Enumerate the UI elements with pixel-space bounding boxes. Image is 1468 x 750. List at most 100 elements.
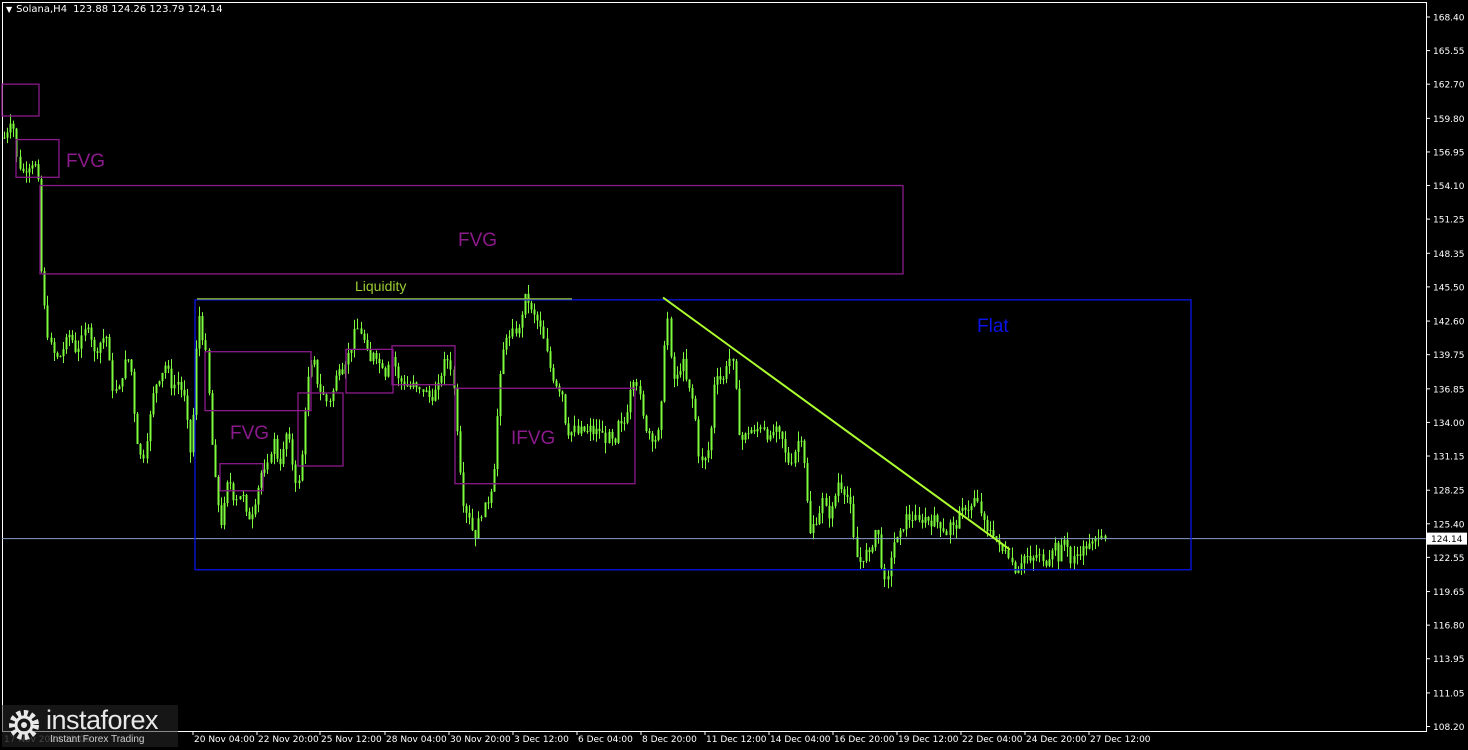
candle-body: [645, 415, 648, 431]
candle-body: [183, 389, 186, 396]
y-tick-label: 162.70: [1433, 81, 1465, 91]
x-tick-label: 20 Nov 04:00: [194, 735, 255, 745]
candle-body: [561, 391, 564, 395]
candle-body: [688, 379, 691, 388]
symbol-label: Solana,H4: [16, 4, 68, 15]
dropdown-triangle-icon[interactable]: ▼: [6, 5, 12, 14]
candle-body: [710, 427, 713, 451]
candle-body: [487, 502, 490, 504]
y-tick-label: 136.85: [1433, 385, 1465, 395]
candle-body: [570, 432, 573, 436]
candle-body: [263, 469, 266, 473]
current-price-label: 124.14: [1431, 535, 1463, 545]
candle-body: [217, 477, 220, 506]
fvg-zone: [204, 351, 312, 412]
candle-body: [871, 547, 874, 552]
candle-body: [756, 428, 759, 432]
candle-body: [434, 389, 437, 401]
y-tick-label: 128.25: [1433, 487, 1465, 497]
price-chart[interactable]: 168.40 165.55 162.70 159.80 156.95 154.10 151.…: [0, 0, 1468, 750]
candle-body: [629, 389, 632, 413]
candle-body: [732, 358, 735, 361]
candle-body: [902, 529, 905, 531]
candle-body: [462, 472, 465, 507]
candle-body: [769, 435, 772, 440]
candle-body: [347, 352, 350, 365]
candle-body: [428, 390, 431, 397]
candle-body: [394, 356, 397, 367]
broker-logo: instaforex Instant Forex Trading: [2, 705, 178, 747]
candle-body: [1063, 539, 1066, 545]
candle-body: [1029, 555, 1032, 561]
candle-body: [177, 381, 180, 385]
candle-body: [124, 359, 127, 379]
candle-body: [626, 412, 629, 423]
logo-tagline: Instant Forex Trading: [50, 734, 145, 745]
candle-body: [980, 501, 983, 514]
candle-body: [1088, 543, 1091, 549]
candle-body: [28, 168, 31, 173]
candle-body: [930, 520, 933, 527]
candle-body: [642, 394, 645, 416]
candle-body: [573, 425, 576, 433]
candle-body: [127, 359, 130, 361]
candle-body: [99, 342, 102, 353]
candle-body: [518, 327, 521, 334]
candle-body: [248, 511, 251, 520]
candle-body: [375, 353, 378, 359]
candle-body: [189, 419, 192, 453]
candle-body: [46, 305, 49, 338]
candle-body: [31, 165, 34, 169]
candle-body: [825, 497, 828, 506]
candle-body: [208, 350, 211, 394]
candle-body: [149, 414, 152, 442]
candle-body: [173, 384, 176, 389]
candle-body: [105, 336, 108, 339]
y-tick-label: 165.55: [1433, 47, 1465, 57]
candle-body: [409, 385, 412, 388]
y-tick-label: 108.20: [1433, 723, 1465, 733]
candle-body: [533, 309, 536, 315]
candle-body: [713, 384, 716, 428]
x-tick-label: 14 Dec 04:00: [770, 735, 831, 745]
candle-body: [198, 316, 201, 349]
x-tick-label: 27 Dec 12:00: [1090, 735, 1151, 745]
candle-body: [192, 414, 195, 453]
y-tick-label: 119.65: [1433, 588, 1465, 598]
candle-body: [849, 496, 852, 504]
candle-body: [471, 517, 474, 531]
candle-body: [108, 336, 111, 361]
candle-body: [1038, 554, 1041, 556]
candle-body: [1060, 544, 1063, 562]
zone-label: FVG: [66, 151, 105, 172]
candle-body: [260, 472, 263, 488]
candle-body: [899, 530, 902, 537]
candle-body: [65, 337, 68, 350]
candle-body: [936, 515, 939, 523]
candle-body: [865, 549, 868, 561]
candle-body: [9, 123, 12, 133]
candle-body: [555, 380, 558, 387]
candle-body: [384, 367, 387, 377]
gear-logo-icon: [9, 710, 39, 740]
candle-body: [25, 171, 28, 173]
x-tick-label: 11 Dec 12:00: [706, 735, 767, 745]
candle-body: [744, 433, 747, 440]
candle-body: [933, 515, 936, 527]
candle-body: [474, 530, 477, 539]
candle-body: [96, 351, 99, 353]
candle-body: [939, 522, 942, 529]
candle-body: [914, 514, 917, 520]
candle-body: [50, 337, 53, 343]
candle-body: [316, 359, 319, 385]
candle-body: [19, 156, 22, 169]
candle-body: [136, 413, 139, 445]
candle-body: [90, 327, 93, 340]
candle-body: [942, 528, 945, 532]
candle-body: [691, 387, 694, 399]
candle-body: [1035, 554, 1038, 558]
candle-body: [778, 426, 781, 432]
candle-body: [927, 517, 930, 521]
candle-body: [186, 395, 189, 420]
candle-body: [735, 360, 738, 389]
